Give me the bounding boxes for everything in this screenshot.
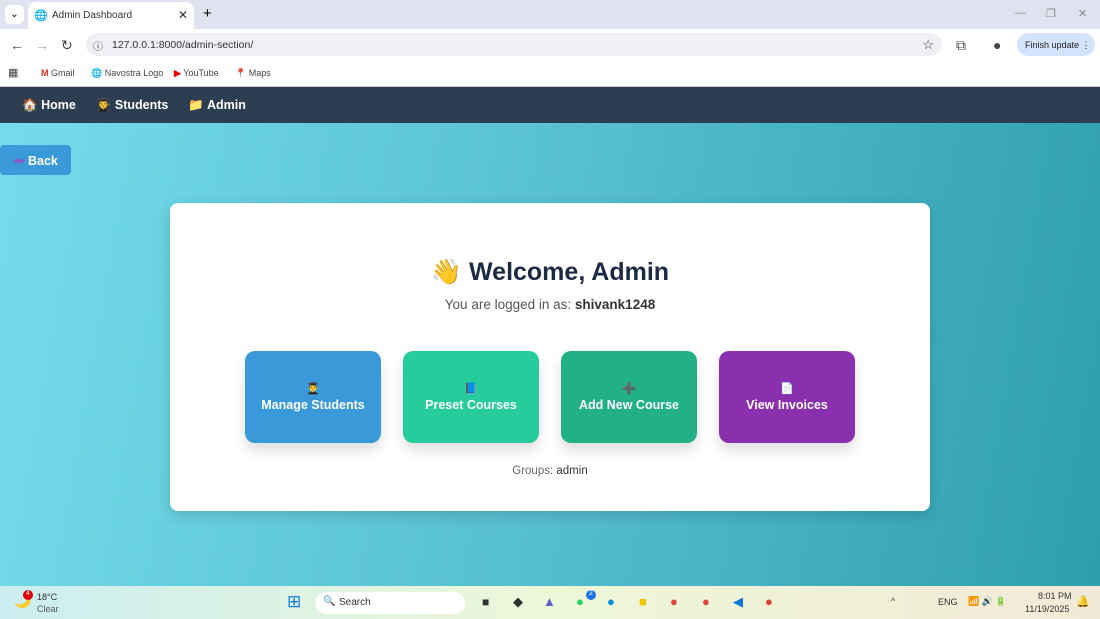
bookmark-youtube[interactable]: ▶ YouTube bbox=[174, 68, 219, 79]
back-button[interactable]: ⬅ Back bbox=[0, 145, 71, 175]
main-content: ⬅ Back 👋 Welcome, Admin You are logged i… bbox=[0, 123, 1100, 586]
logged-in-text: You are logged in as: shivank1248 bbox=[170, 297, 930, 312]
logged-prefix: You are logged in as: bbox=[444, 297, 572, 312]
bookmark-gmail[interactable]: M Gmail bbox=[41, 68, 75, 78]
bookmarks-bar: ▦ M Gmail 🌐 Navostra Logo ▶ YouTube 📍 Ma… bbox=[0, 60, 1100, 87]
clock-time[interactable]: 8:01 PM bbox=[1038, 591, 1072, 601]
nav-admin[interactable]: 📁 Admin bbox=[188, 98, 245, 113]
bookmark-star-icon[interactable]: ☆ bbox=[922, 37, 934, 53]
weather-text: Clear bbox=[37, 604, 59, 614]
back-arrow-icon[interactable]: ← bbox=[10, 37, 24, 53]
student-icon: 👨‍🎓 bbox=[306, 383, 320, 395]
url-input[interactable]: ⓘ 127.0.0.1:8000/admin-section/ ☆ bbox=[86, 33, 942, 56]
globe-icon: 🌐 bbox=[34, 10, 48, 22]
notifications-icon[interactable]: 🔔 bbox=[1076, 595, 1090, 608]
apps-grid-icon[interactable]: ▦ bbox=[8, 66, 18, 79]
task-view-icon[interactable]: ■ bbox=[482, 595, 489, 609]
notification-badge: 4 bbox=[23, 590, 33, 600]
groups-value: admin bbox=[556, 465, 588, 477]
extensions-icon[interactable]: ⧉ bbox=[956, 37, 966, 54]
edge-icon[interactable]: ● bbox=[607, 594, 615, 609]
groups-prefix: Groups: bbox=[512, 465, 554, 477]
site-navbar: 🏠 Home 👨‍🎓 Students 📁 Admin bbox=[0, 87, 1100, 123]
nav-label: Admin bbox=[206, 97, 246, 112]
url-text: 127.0.0.1:8000/admin-section/ bbox=[112, 39, 254, 51]
nav-students[interactable]: 👨‍🎓 Students bbox=[96, 98, 169, 113]
clock-date[interactable]: 11/19/2025 bbox=[1025, 604, 1069, 614]
add-new-course-button[interactable]: ➕ Add New Course bbox=[561, 351, 697, 443]
bookmark-label: Maps bbox=[248, 68, 271, 78]
tab-admin-dashboard[interactable]: 🌐 Admin Dashboard ✕ bbox=[28, 2, 194, 29]
tile-label: Add New Course bbox=[578, 398, 679, 412]
bookmark-label: Navostra Logo bbox=[104, 68, 164, 78]
minimize-button[interactable]: — bbox=[1015, 7, 1026, 19]
plus-icon: ➕ bbox=[622, 383, 636, 395]
profile-avatar[interactable]: ● bbox=[993, 37, 1001, 53]
admin-card: 👋 Welcome, Admin You are logged in as: s… bbox=[170, 203, 930, 511]
address-bar-row: ← → ↻ ⓘ 127.0.0.1:8000/admin-section/ ☆ … bbox=[0, 29, 1100, 60]
nav-label: Students bbox=[114, 97, 169, 112]
page-title: 👋 Welcome, Admin bbox=[170, 258, 930, 287]
search-icon: 🔍 bbox=[323, 596, 336, 607]
student-icon: 👨‍🎓 bbox=[95, 97, 112, 112]
teams-icon[interactable]: ▲ bbox=[543, 594, 556, 609]
new-tab-button[interactable]: + bbox=[203, 5, 212, 22]
chrome-profile-icon[interactable]: ● bbox=[702, 594, 710, 609]
tab-search-button[interactable]: ⌄ bbox=[5, 5, 24, 24]
temperature: 18°C bbox=[37, 592, 58, 602]
whatsapp-icon[interactable]: ● bbox=[576, 594, 584, 609]
windows-taskbar: 🌙 4 18°C Clear ⊞ 🔍 Search ■ ◆ ▲ ● 2 ● ■ ●… bbox=[0, 586, 1100, 619]
preset-courses-button[interactable]: 📘 Preset Courses bbox=[403, 351, 539, 443]
nav-label: Home bbox=[41, 97, 76, 112]
windows-start-icon[interactable]: ⊞ bbox=[287, 592, 301, 612]
tab-strip: ⌄ 🌐 Admin Dashboard ✕ + — ❐ ✕ bbox=[0, 0, 1100, 29]
chrome-profile-2-icon[interactable]: ● bbox=[765, 594, 773, 609]
copilot-icon[interactable]: ◆ bbox=[513, 594, 523, 610]
back-arrow-icon: ⬅ bbox=[14, 154, 25, 168]
document-icon: 📄 bbox=[780, 383, 794, 395]
close-tab-icon[interactable]: ✕ bbox=[178, 8, 188, 22]
show-hidden-icons[interactable]: ^ bbox=[891, 596, 895, 606]
username: shivank1248 bbox=[574, 297, 656, 312]
taskbar-search[interactable]: 🔍 Search bbox=[315, 592, 465, 614]
file-explorer-icon[interactable]: ■ bbox=[639, 594, 647, 609]
bookmark-label: Gmail bbox=[51, 68, 75, 78]
wifi-volume-battery-icons[interactable]: 📶 🔊 🔋 bbox=[968, 596, 1007, 607]
book-icon: 📘 bbox=[464, 383, 478, 395]
search-label: Search bbox=[339, 597, 371, 608]
close-window-button[interactable]: ✕ bbox=[1078, 7, 1087, 20]
forward-arrow-icon[interactable]: → bbox=[35, 37, 49, 53]
manage-students-button[interactable]: 👨‍🎓 Manage Students bbox=[245, 351, 381, 443]
groups-text: Groups: admin bbox=[170, 465, 930, 477]
waving-hand-icon: 👋 bbox=[430, 258, 463, 286]
restore-button[interactable]: ❐ bbox=[1046, 7, 1056, 20]
tile-label: View Invoices bbox=[746, 398, 828, 412]
chrome-icon[interactable]: ● bbox=[670, 594, 678, 609]
vscode-icon[interactable]: ◀ bbox=[733, 594, 743, 610]
nav-home[interactable]: 🏠 Home bbox=[22, 98, 76, 113]
reload-icon[interactable]: ↻ bbox=[61, 37, 73, 54]
bookmark-label: YouTube bbox=[183, 68, 219, 78]
language-indicator[interactable]: ENG bbox=[938, 597, 958, 607]
finish-update-button[interactable]: Finish update ⋮ bbox=[1017, 33, 1095, 56]
info-icon: ⓘ bbox=[93, 42, 103, 53]
back-label: Back bbox=[27, 154, 58, 168]
title-text: Welcome, Admin bbox=[469, 258, 670, 286]
bookmark-navostra[interactable]: 🌐 Navostra Logo bbox=[91, 68, 163, 79]
whatsapp-badge: 2 bbox=[586, 590, 596, 600]
view-invoices-button[interactable]: 📄 View Invoices bbox=[719, 351, 855, 443]
bookmark-maps[interactable]: 📍 Maps bbox=[235, 68, 271, 79]
tab-title: Admin Dashboard bbox=[52, 10, 133, 21]
house-icon: 🏠 bbox=[22, 97, 38, 112]
finish-update-label: Finish update bbox=[1025, 40, 1080, 50]
tile-label: Manage Students bbox=[261, 398, 365, 412]
folder-icon: 📁 bbox=[188, 97, 204, 112]
tile-label: Preset Courses bbox=[425, 398, 517, 412]
